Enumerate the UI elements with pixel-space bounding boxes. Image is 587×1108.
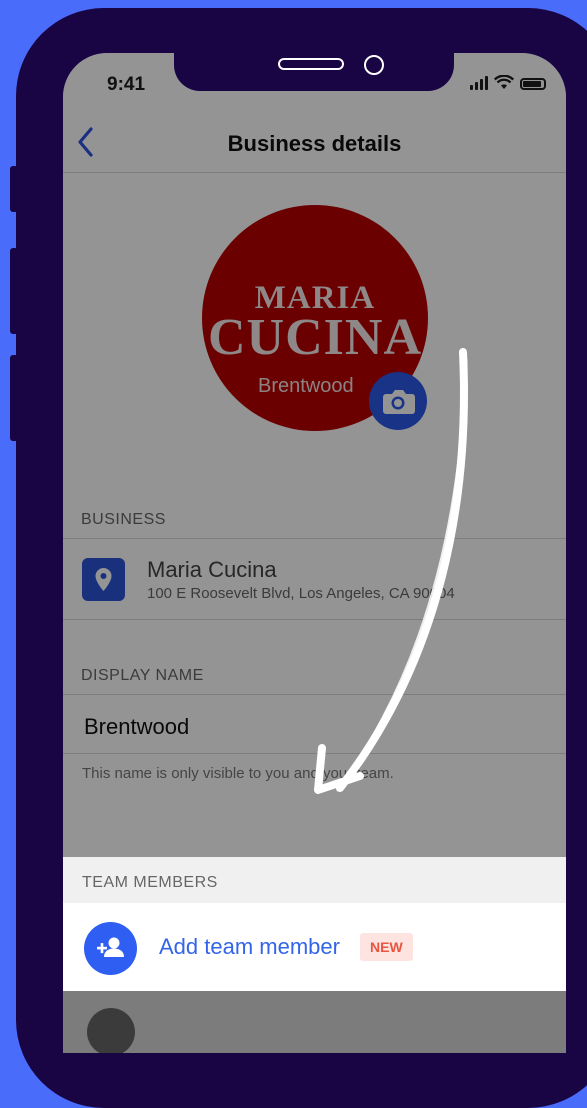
screen: 9:41 Business details MARIA CUCINA Brent… [63, 53, 566, 1053]
add-team-member-label[interactable]: Add team member [159, 934, 340, 960]
add-person-icon [97, 937, 124, 957]
notch [174, 53, 454, 91]
team-member-row[interactable] [63, 991, 566, 1053]
status-time: 9:41 [107, 74, 146, 95]
new-badge: NEW [360, 933, 413, 961]
phone-frame: 9:41 Business details MARIA CUCINA Brent… [16, 8, 587, 1108]
battery-icon [520, 78, 546, 90]
wifi-icon [494, 75, 514, 89]
status-icons [470, 75, 546, 90]
team-members-header: TEAM MEMBERS [63, 857, 566, 904]
add-team-member-row[interactable]: Add team member NEW [63, 903, 566, 991]
add-team-member-button[interactable] [84, 922, 137, 975]
signal-icon [470, 76, 488, 90]
front-camera [364, 55, 384, 75]
dim-overlay [63, 53, 566, 857]
team-members-section-label: TEAM MEMBERS [82, 874, 218, 891]
avatar [87, 1008, 135, 1053]
speaker [278, 58, 344, 70]
